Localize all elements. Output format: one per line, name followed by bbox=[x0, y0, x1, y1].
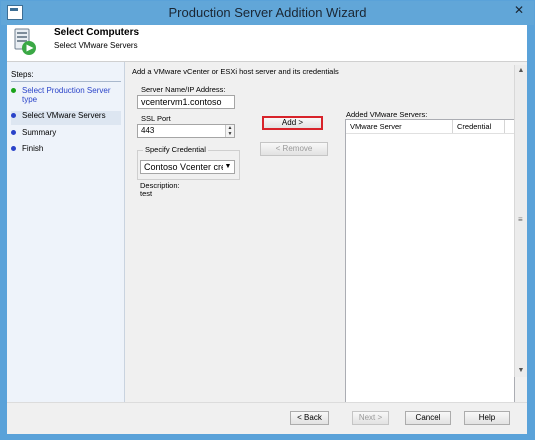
ssl-port-stepper[interactable]: 443 ▲ ▼ bbox=[137, 124, 235, 138]
step-pending-icon bbox=[11, 146, 16, 151]
ssl-port-label: SSL Port bbox=[141, 114, 171, 123]
added-servers-label: Added VMware Servers: bbox=[346, 110, 428, 119]
added-servers-list[interactable]: VMware Server Credential bbox=[345, 119, 515, 409]
column-vmware-server[interactable]: VMware Server bbox=[350, 122, 402, 131]
window-title: Production Server Addition Wizard bbox=[168, 5, 367, 20]
step-select-production-server-type[interactable]: Select Production Server type bbox=[11, 86, 121, 106]
credential-selected: Contoso Vcenter cre bbox=[144, 162, 227, 172]
column-divider bbox=[504, 120, 505, 133]
step-summary[interactable]: Summary bbox=[11, 128, 121, 140]
step-select-vmware-servers[interactable]: Select VMware Servers bbox=[11, 111, 121, 125]
server-setup-icon bbox=[14, 28, 36, 55]
wizard-header: Select Computers Select VMware Servers bbox=[7, 25, 527, 62]
scroll-down-icon[interactable]: ▼ bbox=[515, 365, 527, 377]
steps-heading: Steps: bbox=[11, 70, 121, 82]
footer-bar: < Back Next > Cancel Help bbox=[7, 402, 527, 434]
back-button[interactable]: < Back bbox=[290, 411, 329, 425]
chevron-down-icon[interactable]: ▼ bbox=[223, 162, 233, 172]
server-name-input[interactable]: vcentervm1.contoso bbox=[137, 95, 235, 109]
step-finish[interactable]: Finish bbox=[11, 144, 121, 156]
add-button[interactable]: Add > bbox=[262, 116, 323, 130]
step-label: Select Production Server type bbox=[22, 86, 111, 104]
ssl-port-value: 443 bbox=[141, 126, 155, 135]
page-subtitle: Select VMware Servers bbox=[54, 41, 138, 50]
remove-button[interactable]: < Remove bbox=[260, 142, 328, 156]
spin-down-icon[interactable]: ▼ bbox=[226, 131, 234, 137]
close-button[interactable]: ✕ bbox=[510, 3, 528, 17]
help-button[interactable]: Help bbox=[464, 411, 510, 425]
steps-pane: Steps: Select Production Server type Sel… bbox=[7, 62, 125, 433]
credential-group-label: Specify Credential bbox=[143, 145, 208, 154]
step-pending-icon bbox=[11, 130, 16, 135]
step-label: Finish bbox=[22, 144, 44, 153]
cancel-button[interactable]: Cancel bbox=[405, 411, 451, 425]
step-completed-icon bbox=[11, 88, 16, 93]
instruction-text: Add a VMware vCenter or ESXi host server… bbox=[132, 67, 339, 76]
spin-buttons[interactable]: ▲ ▼ bbox=[225, 125, 234, 137]
title-bar: Production Server Addition Wizard ✕ bbox=[1, 1, 534, 25]
step-current-icon bbox=[11, 113, 16, 118]
scroll-up-icon[interactable]: ▲ bbox=[515, 65, 527, 77]
list-header: VMware Server Credential bbox=[346, 120, 514, 134]
vertical-scrollbar[interactable]: ▲ ≡ ▼ bbox=[514, 65, 527, 377]
column-credential[interactable]: Credential bbox=[457, 122, 491, 131]
credential-dropdown[interactable]: Contoso Vcenter cre ▼ bbox=[140, 160, 235, 174]
wizard-content: Select Computers Select VMware Servers S… bbox=[7, 25, 527, 434]
description-value: test bbox=[140, 189, 153, 198]
column-divider bbox=[452, 120, 453, 133]
step-label: Select VMware Servers bbox=[22, 111, 106, 120]
server-name-label: Server Name/IP Address: bbox=[141, 85, 226, 94]
scroll-grip-icon[interactable]: ≡ bbox=[518, 215, 524, 224]
step-label: Summary bbox=[22, 128, 57, 137]
next-button[interactable]: Next > bbox=[352, 411, 389, 425]
page-title: Select Computers bbox=[54, 27, 140, 38]
